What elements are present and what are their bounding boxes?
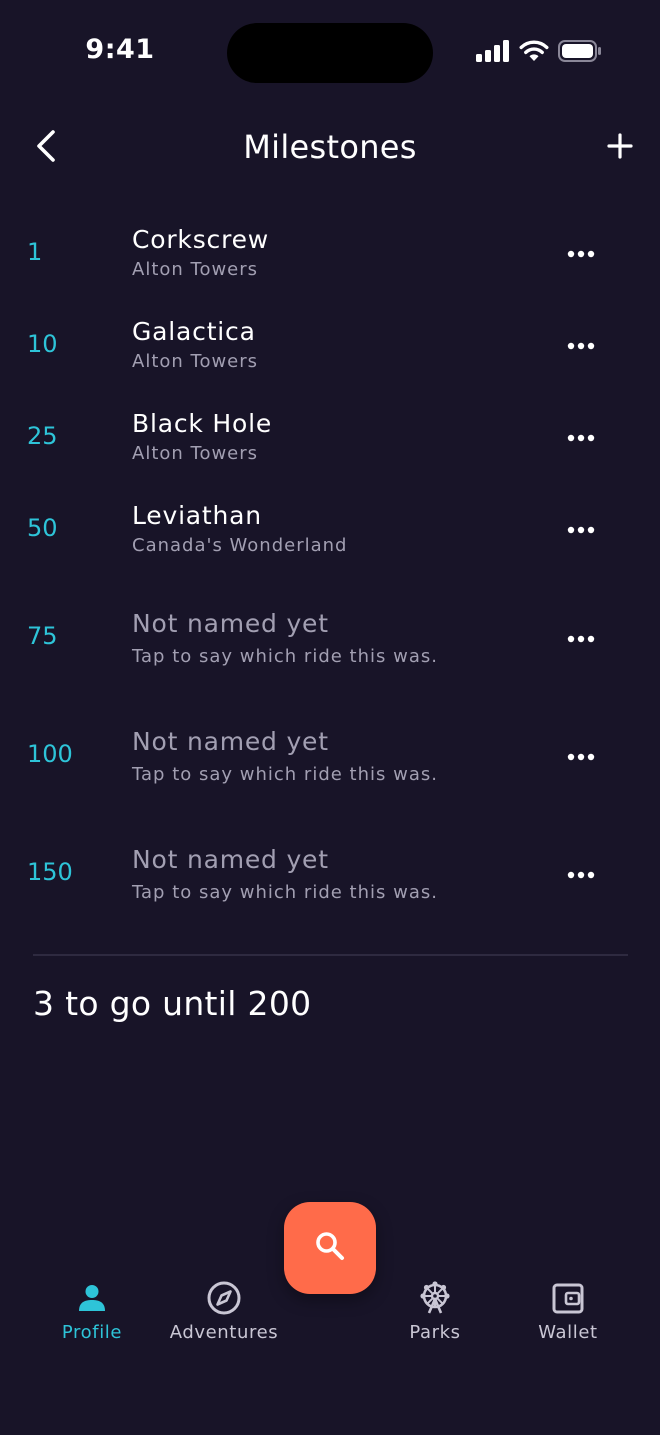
header: Milestones [0, 110, 660, 186]
milestone-ride-name: Not named yet [132, 845, 329, 874]
page-title: Milestones [243, 128, 417, 166]
milestone-row[interactable]: 1 Corkscrew Alton Towers [0, 206, 660, 298]
dynamic-island [227, 23, 433, 83]
add-milestone-button[interactable] [596, 124, 644, 172]
tab-parks[interactable]: Parks [365, 1280, 505, 1350]
more-horizontal-icon [567, 427, 595, 446]
milestone-text: Leviathan Canada's Wonderland [132, 500, 347, 560]
more-options-button[interactable] [560, 330, 602, 358]
milestone-number: 25 [27, 422, 58, 450]
tab-label: Parks [409, 1322, 461, 1343]
milestone-ride-name: Not named yet [132, 609, 329, 638]
search-icon [313, 1229, 347, 1267]
milestone-number: 150 [27, 858, 73, 886]
status-icons [476, 40, 602, 66]
more-options-button[interactable] [560, 238, 602, 266]
milestone-list: 1 Corkscrew Alton Towers 10 Galactica Al… [0, 206, 660, 928]
milestone-number: 50 [27, 514, 58, 542]
milestone-hint: Tap to say which ride this was. [132, 764, 438, 785]
tab-icon-wrap [498, 1280, 638, 1320]
ferris-wheel-icon [417, 1280, 453, 1320]
milestone-text: Corkscrew Alton Towers [132, 224, 269, 284]
search-button[interactable] [284, 1202, 376, 1294]
milestone-row[interactable]: 75 Not named yet Tap to say which ride t… [0, 574, 660, 692]
milestone-number: 75 [27, 622, 58, 650]
more-options-button[interactable] [560, 859, 602, 887]
milestone-ride-name: Not named yet [132, 727, 329, 756]
more-horizontal-icon [567, 746, 595, 765]
milestone-row[interactable]: 10 Galactica Alton Towers [0, 298, 660, 390]
divider [33, 954, 628, 956]
cellular-signal-icon [476, 40, 510, 66]
tab-wallet[interactable]: Wallet [498, 1280, 638, 1350]
wifi-icon [519, 40, 549, 66]
status-bar: 9:41 [0, 0, 660, 100]
milestone-text: Not named yet Tap to say which ride this… [132, 844, 438, 907]
more-horizontal-icon [567, 243, 595, 262]
milestone-row[interactable]: 150 Not named yet Tap to say which ride … [0, 810, 660, 928]
tab-icon-wrap [154, 1280, 294, 1320]
plus-icon [606, 132, 634, 164]
more-horizontal-icon [567, 864, 595, 883]
more-horizontal-icon [567, 519, 595, 538]
tab-label: Wallet [538, 1322, 598, 1343]
compass-icon [206, 1280, 242, 1320]
wallet-icon [551, 1281, 585, 1319]
milestone-hint: Tap to say which ride this was. [132, 882, 438, 903]
more-horizontal-icon [567, 628, 595, 647]
milestone-ride-name: Leviathan [132, 501, 262, 530]
tab-adventures[interactable]: Adventures [154, 1280, 294, 1350]
milestone-summary: 3 to go until 200 [33, 984, 312, 1023]
milestone-ride-name: Galactica [132, 317, 256, 346]
tab-icon-wrap [22, 1280, 162, 1320]
milestone-park-name: Canada's Wonderland [132, 535, 348, 556]
milestone-text: Not named yet Tap to say which ride this… [132, 726, 438, 789]
battery-icon [558, 40, 602, 66]
tab-label: Profile [61, 1322, 123, 1343]
more-options-button[interactable] [560, 741, 602, 769]
milestone-park-name: Alton Towers [132, 443, 259, 464]
milestone-text: Black Hole Alton Towers [132, 408, 272, 468]
milestone-number: 1 [27, 238, 43, 266]
milestone-park-name: Alton Towers [132, 351, 259, 372]
tab-label: Adventures [169, 1322, 279, 1343]
more-horizontal-icon [567, 335, 595, 354]
milestone-hint: Tap to say which ride this was. [132, 646, 438, 667]
more-options-button[interactable] [560, 514, 602, 542]
milestone-ride-name: Black Hole [132, 409, 273, 438]
milestone-row[interactable]: 100 Not named yet Tap to say which ride … [0, 692, 660, 810]
milestone-park-name: Alton Towers [132, 259, 259, 280]
milestone-text: Not named yet Tap to say which ride this… [132, 608, 438, 671]
more-options-button[interactable] [560, 422, 602, 450]
milestone-number: 100 [27, 740, 73, 768]
milestone-number: 10 [27, 330, 58, 358]
status-time: 9:41 [85, 34, 155, 65]
milestone-row[interactable]: 50 Leviathan Canada's Wonderland [0, 482, 660, 574]
milestone-text: Galactica Alton Towers [132, 316, 258, 376]
person-icon [77, 1283, 107, 1317]
tab-profile[interactable]: Profile [22, 1280, 162, 1350]
milestone-row[interactable]: 25 Black Hole Alton Towers [0, 390, 660, 482]
milestone-ride-name: Corkscrew [132, 225, 270, 254]
tab-icon-wrap [365, 1280, 505, 1320]
more-options-button[interactable] [560, 623, 602, 651]
